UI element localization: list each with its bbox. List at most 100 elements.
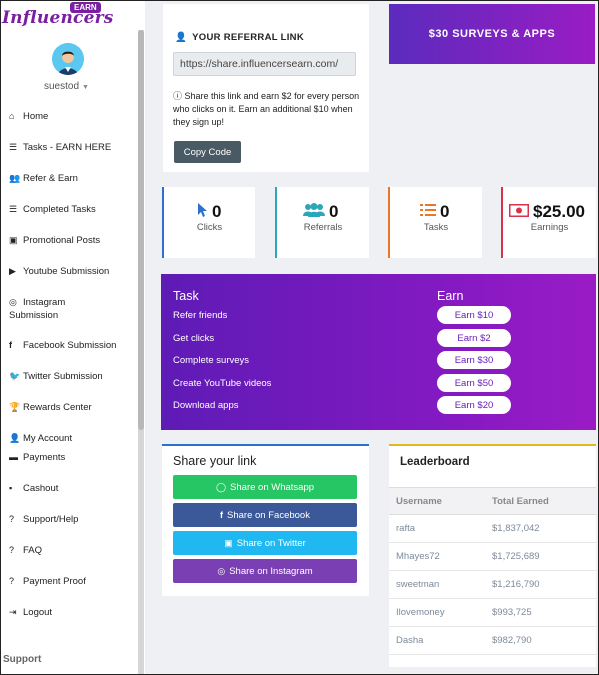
twitter-icon: 🐦 [9, 371, 21, 381]
users-icon: 👥 [9, 173, 21, 183]
leaderboard-card: Leaderboard Username Total Earned rafta … [389, 444, 596, 667]
facebook-icon: f [9, 340, 12, 350]
copy-code-button[interactable]: Copy Code [174, 141, 241, 163]
sidebar-item-refer[interactable]: 👥 Refer & Earn [9, 173, 78, 189]
stat-label: Tasks [423, 222, 449, 233]
task-row-label: Create YouTube videos [173, 378, 272, 389]
sidebar-item-my-account[interactable]: 👤 My Account [9, 433, 72, 449]
row-username: sweetman [396, 579, 440, 590]
stat-referrals: 0 Referrals [275, 187, 369, 258]
table-row: sweetman $1,216,790 [389, 571, 596, 599]
facebook-icon: f [220, 510, 224, 520]
earn-button[interactable]: Earn $2 [437, 329, 511, 347]
column-header-username: Username [396, 496, 442, 507]
row-earned: $1,725,689 [492, 551, 540, 562]
referral-description: ⓘ Share this link and earn $2 for every … [173, 90, 363, 129]
share-facebook-button[interactable]: f Share on Facebook [173, 503, 357, 527]
earn-button[interactable]: Earn $10 [437, 306, 511, 324]
share-button-label: Share on Instagram [229, 565, 313, 577]
sidebar-item-youtube[interactable]: ▶ Youtube Submission [9, 266, 109, 282]
sidebar-item-support[interactable]: ? Support/Help [9, 514, 78, 530]
row-username: rafta [396, 523, 416, 534]
row-username: Ilovemoney [396, 607, 445, 618]
share-button-label: Share on Whatsapp [230, 481, 315, 493]
earn-button[interactable]: Earn $30 [437, 351, 511, 369]
scrollbar-thumb[interactable] [138, 30, 144, 430]
cursor-icon [197, 202, 208, 222]
stat-value: 0 [212, 202, 222, 221]
sidebar-scrollbar[interactable] [138, 30, 144, 675]
sidebar-item-cashout[interactable]: ▪ Cashout [9, 483, 58, 499]
earn-button[interactable]: Earn $50 [437, 374, 511, 392]
sidebar-item-label: Logout [23, 607, 53, 618]
sidebar-item-completed-tasks[interactable]: ☰ Completed Tasks [9, 204, 96, 220]
sidebar-item-label: My Account [23, 433, 73, 444]
sidebar-item-label: Twitter Submission [23, 371, 103, 382]
promo-banner[interactable]: $30 SURVEYS & APPS [389, 4, 595, 64]
sidebar-item-facebook[interactable]: f Facebook Submission [9, 340, 116, 356]
help-icon: ? [9, 514, 15, 524]
row-username: Dasha [396, 635, 424, 646]
share-button-label: Share on Facebook [227, 509, 310, 521]
sidebar-item-label: Youtube Submission [23, 266, 110, 277]
sidebar-item-twitter[interactable]: 🐦 Twitter Submission [9, 371, 103, 387]
list-icon: ☰ [9, 142, 18, 152]
avatar-image [52, 43, 84, 75]
sidebar-item-label: Payments [23, 452, 66, 463]
share-card: Share your link ◯ Share on Whatsapp f Shar… [162, 444, 369, 596]
share-whatsapp-button[interactable]: ◯ Share on Whatsapp [173, 475, 357, 499]
share-instagram-button[interactable]: ◎ Share on Instagram [173, 559, 357, 583]
sidebar-item-label: Promotional Posts [23, 235, 101, 246]
sidebar-section-support: Support [3, 654, 42, 665]
stat-label: Clicks [196, 222, 223, 233]
stat-clicks-value: 0 [197, 202, 221, 222]
user-name: suestod [44, 81, 80, 92]
row-earned: $993,725 [492, 607, 532, 618]
home-icon: ⌂ [9, 111, 15, 121]
sidebar-item-label: Submission [9, 310, 59, 321]
twitter-icon: ▣ [224, 537, 233, 548]
whatsapp-icon: ◯ [215, 481, 227, 492]
task-row-label: Get clicks [173, 333, 215, 344]
table-row: Mhayes72 $1,725,689 [389, 543, 596, 571]
table-row: Dasha $982,790 [389, 627, 596, 655]
share-button-label: Share on Twitter [236, 537, 306, 549]
task-panel: Task Earn Refer friends Earn $10 Get cli… [161, 274, 596, 430]
earn-heading: Earn [437, 289, 464, 303]
sidebar-item-label: Payment Proof [23, 576, 86, 587]
sidebar-item-label: FAQ [23, 545, 43, 556]
sidebar-item-payments[interactable]: ▬ Payments [9, 452, 65, 468]
stat-referrals-value: 0 [303, 202, 338, 222]
sidebar-item-instagram[interactable]: ◎ Instagram Submission [9, 297, 65, 325]
sidebar-item-home[interactable]: ⌂ Home [9, 111, 48, 127]
sidebar-item-faq[interactable]: ? FAQ [9, 545, 42, 561]
tasks-icon [420, 203, 436, 221]
stat-label: Earnings [530, 222, 569, 233]
sidebar-item-payment-proof[interactable]: ? Payment Proof [9, 576, 86, 592]
stat-tasks: 0 Tasks [388, 187, 482, 258]
sidebar-item-label: Facebook Submission [23, 340, 117, 351]
logo[interactable]: Influencers EARN [0, 2, 113, 30]
sidebar-item-promotional-posts[interactable]: ▣ Promotional Posts [9, 235, 100, 251]
sidebar-item-label: Cashout [23, 483, 59, 494]
task-row-label: Refer friends [173, 310, 228, 321]
stat-value: $25.00 [533, 202, 585, 221]
sidebar-item-logout[interactable]: ⇥ Logout [9, 607, 52, 623]
sidebar-item-tasks[interactable]: ☰ Tasks - EARN HERE [9, 142, 111, 158]
sidebar-item-label: Tasks - EARN HERE [23, 142, 112, 153]
earn-button[interactable]: Earn $20 [437, 396, 511, 414]
stat-tasks-value: 0 [420, 202, 449, 222]
user-icon: 👤 [9, 433, 21, 443]
row-earned: $982,790 [492, 635, 532, 646]
stat-earnings-value: $25.00 [509, 202, 585, 222]
user-menu[interactable]: suestod ▼ [44, 81, 89, 92]
share-twitter-button[interactable]: ▣ Share on Twitter [173, 531, 357, 555]
referral-link-field[interactable]: https://share.influencersearn.com/ [173, 52, 356, 76]
referral-card: 👤 YOUR REFERRAL LINK https://share.influe… [163, 4, 369, 172]
stat-clicks: 0 Clicks [162, 187, 255, 258]
avatar[interactable] [52, 43, 84, 75]
table-row: rafta $1,837,042 [389, 515, 596, 543]
sidebar-item-rewards[interactable]: 🏆 Rewards Center [9, 402, 92, 418]
column-header-earned: Total Earned [492, 496, 549, 507]
info-icon: ⓘ [173, 91, 185, 101]
